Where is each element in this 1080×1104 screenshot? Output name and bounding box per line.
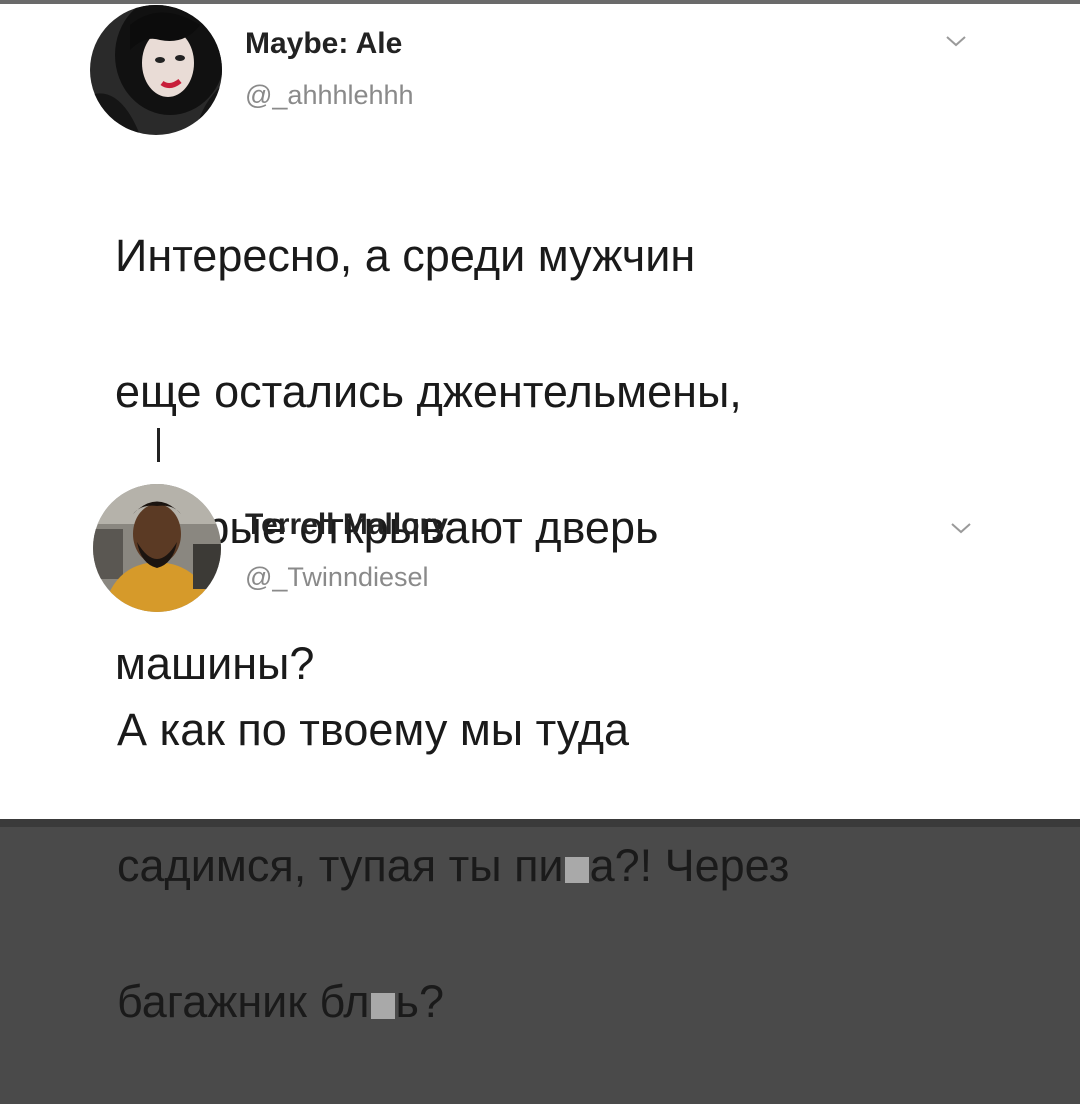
display-name[interactable]: Maybe: Ale xyxy=(245,27,402,61)
user-handle[interactable]: @_ahhhlehhh xyxy=(245,80,414,111)
top-border xyxy=(0,0,1080,4)
avatar-maybe-ale[interactable] xyxy=(90,5,222,135)
censor-block xyxy=(564,857,589,883)
tweet-text-segment: садимся, тупая ты пи xyxy=(117,840,564,891)
tweet-text-line: Интересно, а среди мужчин xyxy=(115,230,696,281)
user-avatar-woman-icon xyxy=(90,5,222,135)
screenshot-frame: Maybe: Ale @_ahhhlehhh Интересно, а сред… xyxy=(0,0,1080,1027)
tweet-text-segment: ь? xyxy=(395,976,444,1027)
bottom-border xyxy=(0,819,1080,827)
thread-connector-line xyxy=(157,428,160,462)
tweet-text: А как по твоему мы туда садимся, тупая т… xyxy=(117,628,789,1104)
tweet-text-line: А как по твоему мы туда xyxy=(117,704,630,755)
tweet-text-line: садимся, тупая ты пи а?! Через xyxy=(117,832,789,900)
display-name[interactable]: Terrell Mallory xyxy=(245,508,448,542)
avatar-terrell-mallory[interactable] xyxy=(93,484,221,612)
tweet-text-line: багажник бл ь? xyxy=(117,968,789,1036)
user-avatar-man-icon xyxy=(93,484,221,612)
tweet-text-line: еще остались джентельмены, xyxy=(115,366,742,417)
chevron-down-icon[interactable] xyxy=(945,34,967,48)
censor-block xyxy=(370,993,395,1019)
tweet-text-segment: а?! Через xyxy=(589,840,790,891)
user-handle[interactable]: @_Twinndiesel xyxy=(245,562,429,593)
tweet-text-segment: багажник бл xyxy=(117,976,370,1027)
chevron-down-icon[interactable] xyxy=(950,521,972,535)
